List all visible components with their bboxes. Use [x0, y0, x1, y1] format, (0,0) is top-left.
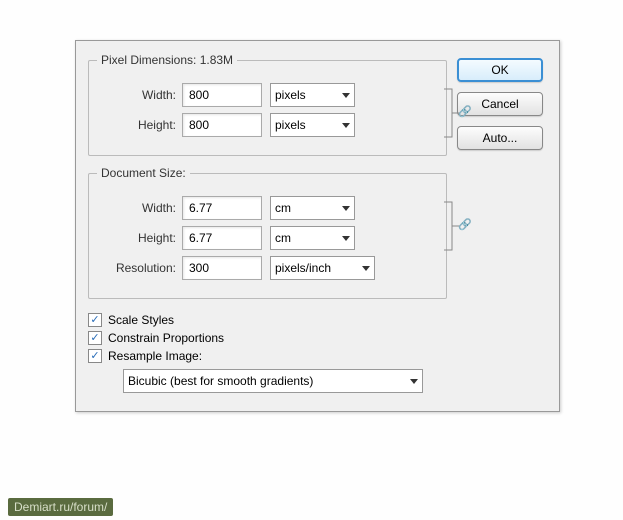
constrain-proportions-label: Constrain Proportions	[108, 331, 224, 345]
doc-height-unit-value: cm	[275, 231, 291, 245]
scale-styles-checkbox[interactable]: ✓	[88, 313, 102, 327]
pixel-height-unit-value: pixels	[275, 118, 306, 132]
cancel-button-label: Cancel	[481, 97, 518, 111]
resample-method-value: Bicubic (best for smooth gradients)	[128, 374, 313, 388]
document-size-group: Document Size: Width: cm Height:	[88, 166, 447, 299]
scale-styles-label: Scale Styles	[108, 313, 174, 327]
auto-button-label: Auto...	[483, 131, 518, 145]
pixel-link-bracket	[442, 85, 460, 141]
doc-width-unit-select[interactable]: cm	[270, 196, 355, 220]
doc-width-label: Width:	[97, 201, 182, 215]
pixel-height-unit-select[interactable]: pixels	[270, 113, 355, 137]
resolution-input[interactable]	[182, 256, 262, 280]
resolution-unit-value: pixels/inch	[275, 261, 331, 275]
resolution-unit-select[interactable]: pixels/inch	[270, 256, 375, 280]
resample-method-select[interactable]: Bicubic (best for smooth gradients)	[123, 369, 423, 393]
doc-width-input[interactable]	[182, 196, 262, 220]
doc-height-unit-select[interactable]: cm	[270, 226, 355, 250]
pixel-dimensions-legend: Pixel Dimensions: 1.83M	[97, 53, 237, 67]
ok-button-label: OK	[491, 63, 508, 77]
pixel-width-input[interactable]	[182, 83, 262, 107]
chevron-down-icon	[410, 379, 418, 384]
chevron-down-icon	[342, 93, 350, 98]
pixel-width-label: Width:	[97, 88, 182, 102]
pixel-width-unit-value: pixels	[275, 88, 306, 102]
chain-link-icon: 🔗	[458, 218, 472, 231]
chevron-down-icon	[342, 123, 350, 128]
auto-button[interactable]: Auto...	[457, 126, 543, 150]
image-size-dialog: Pixel Dimensions: 1.83M Width: pixels He…	[75, 40, 560, 412]
doc-height-label: Height:	[97, 231, 182, 245]
doc-height-input[interactable]	[182, 226, 262, 250]
resample-image-checkbox[interactable]: ✓	[88, 349, 102, 363]
pixel-height-label: Height:	[97, 118, 182, 132]
pixel-width-unit-select[interactable]: pixels	[270, 83, 355, 107]
doc-link-bracket	[442, 198, 460, 254]
pixel-height-input[interactable]	[182, 113, 262, 137]
chain-link-icon: 🔗	[458, 105, 472, 118]
checkmark-icon: ✓	[90, 333, 99, 344]
document-size-legend: Document Size:	[97, 166, 190, 180]
ok-button[interactable]: OK	[457, 58, 543, 82]
constrain-proportions-checkbox[interactable]: ✓	[88, 331, 102, 345]
chevron-down-icon	[342, 236, 350, 241]
pixel-dimensions-group: Pixel Dimensions: 1.83M Width: pixels He…	[88, 53, 447, 156]
doc-width-unit-value: cm	[275, 201, 291, 215]
resample-image-label: Resample Image:	[108, 349, 202, 363]
chevron-down-icon	[362, 266, 370, 271]
chevron-down-icon	[342, 206, 350, 211]
resolution-label: Resolution:	[97, 261, 182, 275]
checkmark-icon: ✓	[90, 351, 99, 362]
checkmark-icon: ✓	[90, 315, 99, 326]
watermark: Demiart.ru/forum/	[8, 498, 113, 516]
